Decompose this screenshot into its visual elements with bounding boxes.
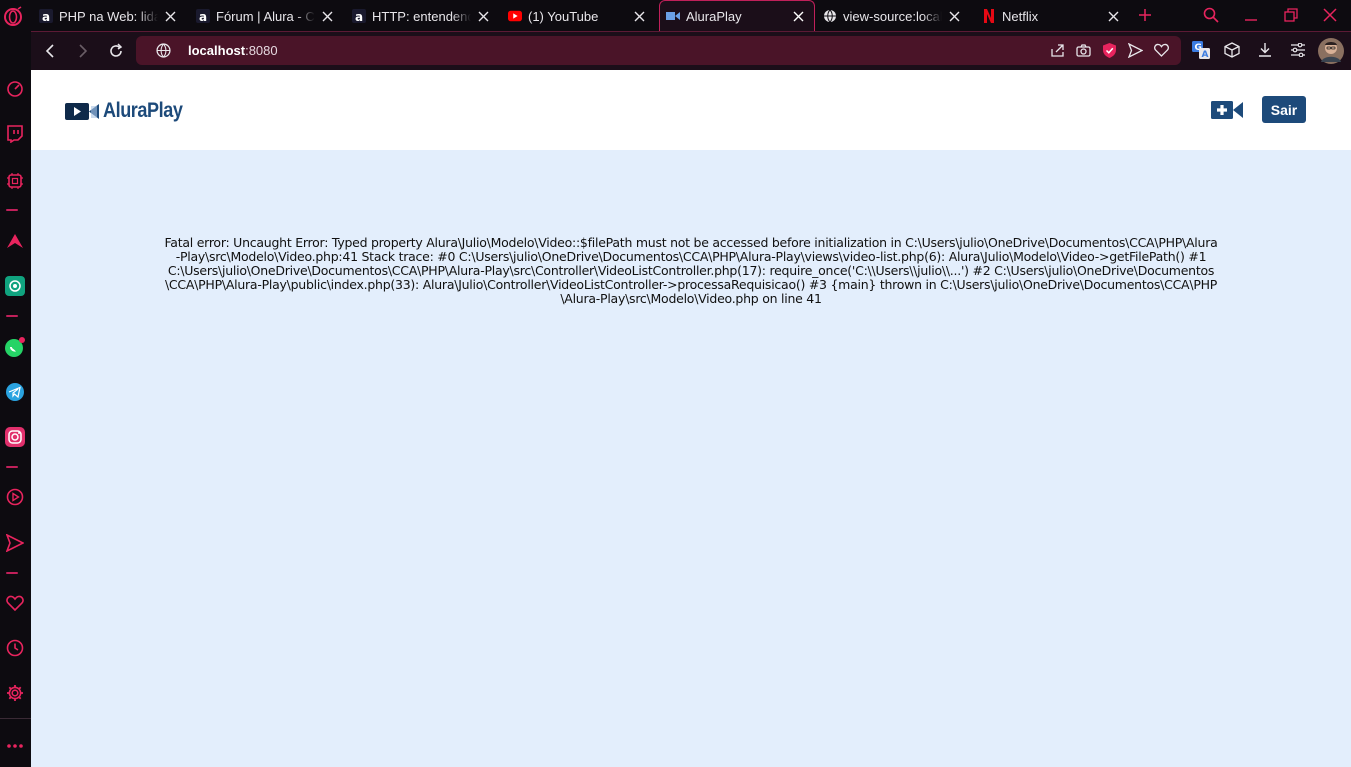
my-flow-send-icon[interactable]	[2, 530, 28, 556]
close-icon[interactable]	[319, 11, 335, 22]
extensions-cube-icon[interactable]	[1222, 40, 1242, 60]
bookmarks-heart-icon[interactable]	[2, 590, 28, 616]
forward-icon[interactable]	[72, 40, 94, 62]
settings-gear-icon[interactable]	[2, 680, 28, 706]
tab-title: AluraPlay	[686, 8, 742, 24]
restore-icon[interactable]	[1279, 4, 1303, 26]
whatsapp-icon[interactable]	[2, 334, 28, 360]
svg-text:a: a	[199, 10, 207, 23]
back-icon[interactable]	[39, 40, 61, 62]
close-icon[interactable]	[946, 11, 962, 22]
youtube-icon	[508, 9, 522, 23]
opera-sidebar	[0, 31, 31, 767]
sidebar-divider	[6, 466, 18, 468]
sidebar-divider	[6, 209, 18, 211]
logout-button[interactable]: Sair	[1262, 96, 1306, 123]
chatgpt-icon[interactable]	[2, 273, 28, 299]
netflix-icon	[982, 9, 996, 23]
logo-text: AluraPlay	[103, 99, 183, 122]
close-window-icon[interactable]	[1318, 4, 1342, 26]
history-clock-icon[interactable]	[2, 635, 28, 661]
tab-title: Netflix	[1002, 8, 1039, 24]
reload-icon[interactable]	[105, 40, 127, 62]
send-icon[interactable]	[1127, 42, 1144, 63]
sidebar-divider	[6, 572, 18, 574]
site-header: AluraPlay Sair	[31, 70, 1351, 150]
url-host: localhost	[188, 43, 246, 58]
globe-icon	[823, 9, 837, 23]
sidebar-divider	[0, 718, 31, 719]
page-content: AluraPlay Sair Fatal error: Uncaught Err…	[31, 70, 1351, 767]
svg-text:a: a	[42, 10, 50, 23]
download-icon[interactable]	[1255, 40, 1275, 60]
tab-forum-alura[interactable]: a Fórum | Alura - Cur	[190, 1, 343, 31]
add-video-icon[interactable]	[1211, 99, 1243, 123]
twitch-icon[interactable]	[2, 121, 28, 147]
profile-avatar[interactable]	[1318, 38, 1344, 64]
translate-icon[interactable]: GA	[1191, 40, 1211, 60]
tab-http-entendendo[interactable]: a HTTP: entendendo	[346, 1, 499, 31]
tab-strip: a PHP na Web: lidando a Fórum | Alura - …	[0, 0, 1351, 31]
easy-setup-icon[interactable]	[1288, 40, 1308, 60]
alura-icon: a	[196, 9, 210, 23]
svg-text:a: a	[355, 10, 363, 23]
aluraplay-icon	[666, 9, 680, 23]
alura-icon: a	[39, 9, 53, 23]
close-icon[interactable]	[162, 11, 178, 22]
new-tab-icon[interactable]	[1133, 4, 1157, 26]
aluraplay-logo[interactable]: AluraPlay	[65, 99, 195, 123]
url-text[interactable]: localhost:8080	[188, 43, 278, 58]
share-icon[interactable]	[1050, 43, 1065, 63]
opera-gx-logo-icon[interactable]	[2, 6, 24, 28]
search-tabs-icon[interactable]	[1199, 4, 1223, 26]
alura-icon: a	[352, 9, 366, 23]
sidebar-divider	[6, 315, 18, 317]
url-port: :8080	[245, 43, 278, 58]
tab-title: Fórum | Alura - Cur	[216, 8, 315, 24]
close-icon[interactable]	[1105, 11, 1121, 22]
tab-title: (1) YouTube	[528, 8, 599, 24]
minimize-icon[interactable]	[1239, 4, 1263, 26]
tab-view-source[interactable]: view-source:localho	[817, 1, 970, 31]
browser-toolbar: localhost:8080 GA	[31, 31, 1351, 70]
tab-php-na-web[interactable]: a PHP na Web: lidando	[33, 1, 186, 31]
tab-aluraplay[interactable]: AluraPlay	[659, 0, 815, 31]
tab-title: PHP na Web: lidando	[59, 8, 158, 24]
video-camera-logo-icon	[65, 103, 99, 120]
cpu-limiter-icon[interactable]	[2, 168, 28, 194]
tab-youtube[interactable]: (1) YouTube	[502, 1, 655, 31]
heart-bookmark-icon[interactable]	[1154, 43, 1169, 62]
instagram-icon[interactable]	[2, 424, 28, 450]
more-options-icon[interactable]	[2, 733, 28, 759]
close-icon[interactable]	[790, 11, 806, 22]
player-icon[interactable]	[2, 484, 28, 510]
svg-text:A: A	[1202, 50, 1209, 59]
tab-netflix[interactable]: Netflix	[976, 1, 1129, 31]
ad-blocker-shield-icon[interactable]	[1102, 42, 1117, 64]
snapshot-camera-icon[interactable]	[1076, 43, 1091, 63]
gx-control-icon[interactable]	[2, 76, 28, 102]
tab-title: view-source:localho	[843, 8, 942, 24]
php-fatal-error-message: Fatal error: Uncaught Error: Typed prope…	[164, 235, 1218, 306]
address-bar[interactable]: localhost:8080	[136, 36, 1181, 65]
aria-icon[interactable]	[2, 228, 28, 254]
close-icon[interactable]	[475, 11, 491, 22]
site-info-globe-icon[interactable]	[156, 43, 171, 63]
telegram-icon[interactable]	[2, 379, 28, 405]
tab-title: HTTP: entendendo	[372, 8, 471, 24]
close-icon[interactable]	[631, 11, 647, 22]
